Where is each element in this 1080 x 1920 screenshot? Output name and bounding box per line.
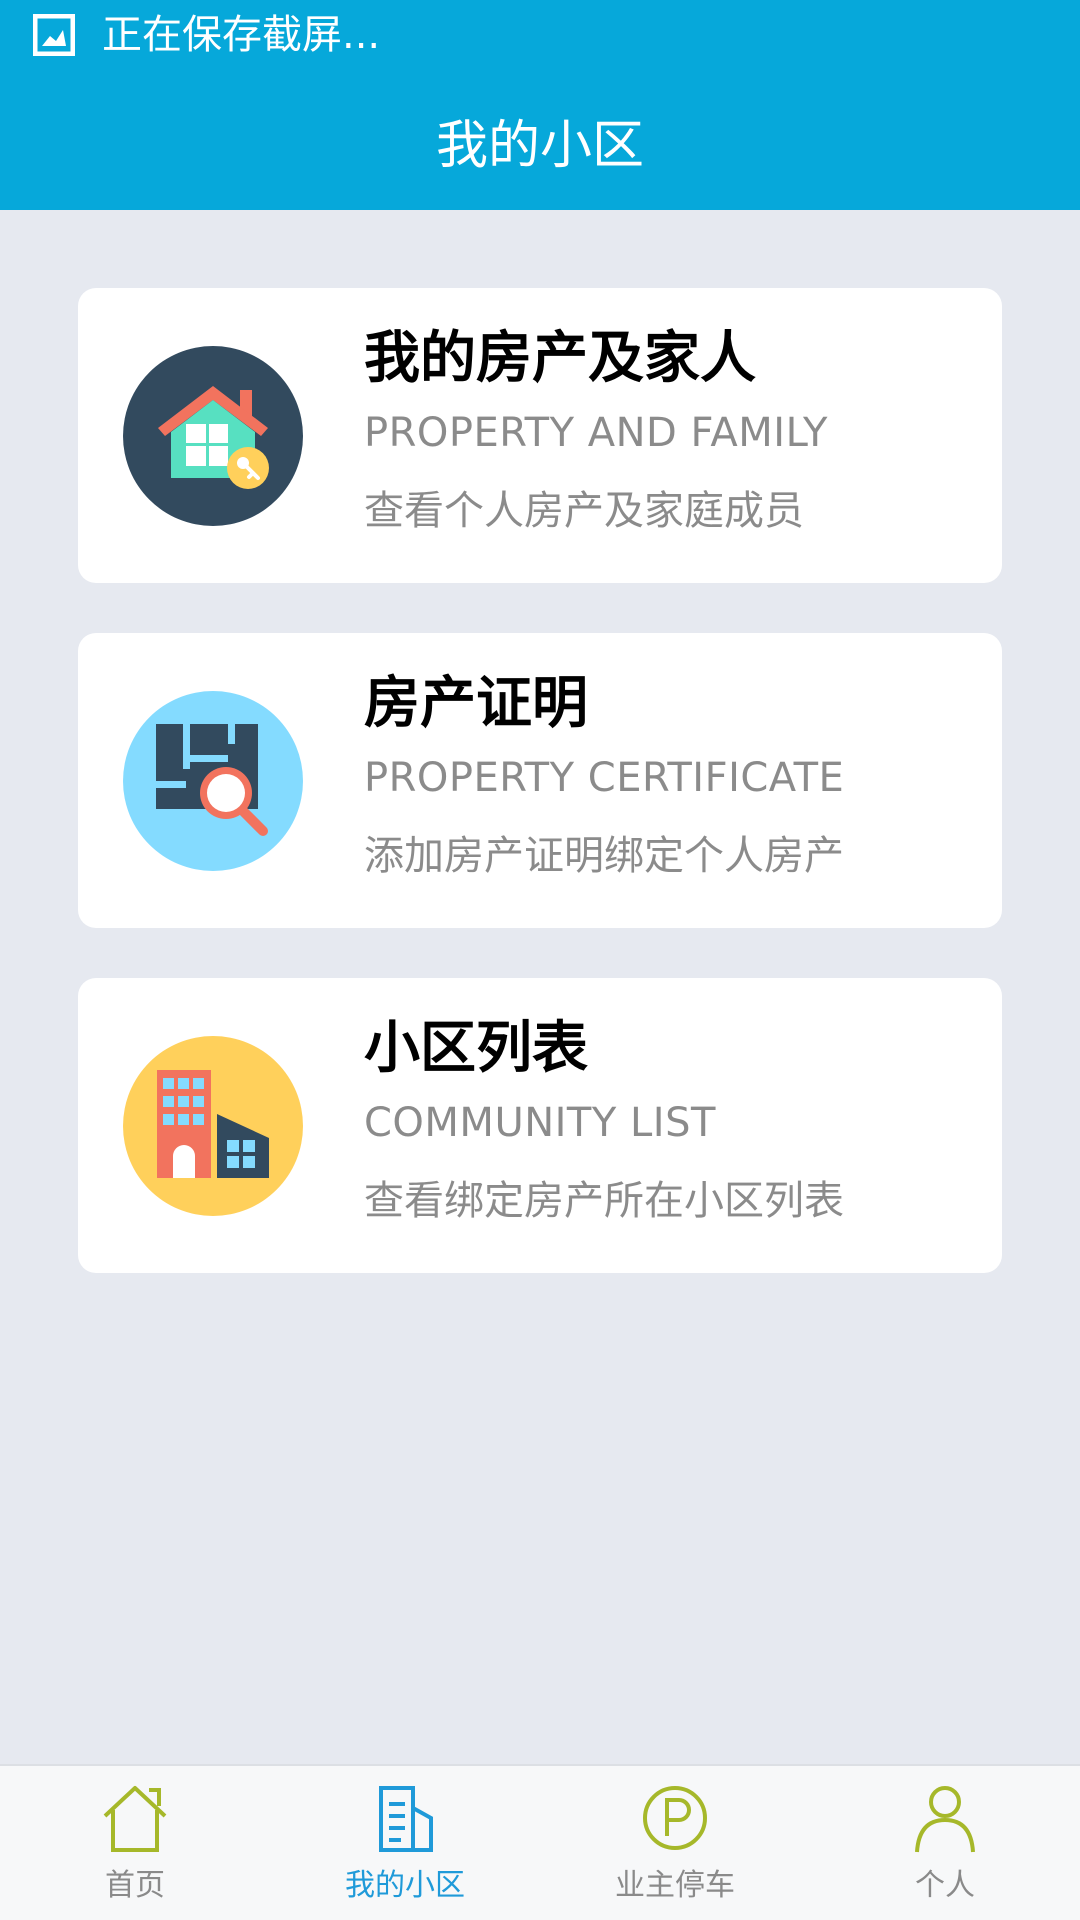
card-community-list[interactable]: 小区列表 COMMUNITY LIST 查看绑定房产所在小区列表 <box>78 978 1002 1273</box>
card-subtitle: PROPERTY CERTIFICATE <box>364 755 845 801</box>
card-subtitle: COMMUNITY LIST <box>364 1100 716 1146</box>
person-icon <box>915 1786 975 1853</box>
bottom-nav: 首页 我的小区 业主停车 个人 <box>0 1764 1080 1920</box>
parking-icon <box>643 1786 707 1850</box>
nav-label: 个人 <box>915 1868 975 1903</box>
screenshot-icon <box>33 14 75 56</box>
nav-label: 业主停车 <box>615 1868 735 1903</box>
card-property-certificate[interactable]: 房产证明 PROPERTY CERTIFICATE 添加房产证明绑定个人房产 <box>78 633 1002 928</box>
card-title: 房产证明 <box>364 671 588 736</box>
document-building-icon <box>379 1786 433 1852</box>
buildings-icon <box>123 1036 303 1216</box>
card-title: 我的房产及家人 <box>364 326 756 391</box>
app-screen: 正在保存截屏... 我的小区 我的房产及家人 PROPERTY AND FAMI… <box>0 0 1080 1920</box>
nav-item-home[interactable]: 首页 <box>0 1766 270 1920</box>
header: 正在保存截屏... 我的小区 <box>0 0 1080 210</box>
status-notice: 正在保存截屏... <box>102 12 381 58</box>
home-icon <box>103 1786 167 1852</box>
nav-item-personal[interactable]: 个人 <box>810 1766 1080 1920</box>
card-description: 查看绑定房产所在小区列表 <box>364 1178 844 1224</box>
nav-item-owner-parking[interactable]: 业主停车 <box>540 1766 810 1920</box>
house-key-icon <box>123 346 303 526</box>
card-subtitle: PROPERTY AND FAMILY <box>364 410 828 456</box>
card-description: 查看个人房产及家庭成员 <box>364 488 804 534</box>
card-title: 小区列表 <box>364 1016 588 1081</box>
card-description: 添加房产证明绑定个人房产 <box>364 833 844 879</box>
status-bar: 正在保存截屏... <box>0 0 1080 70</box>
nav-item-my-community[interactable]: 我的小区 <box>270 1766 540 1920</box>
nav-label: 我的小区 <box>345 1868 465 1903</box>
card-property-family[interactable]: 我的房产及家人 PROPERTY AND FAMILY 查看个人房产及家庭成员 <box>78 288 1002 583</box>
page-title: 我的小区 <box>435 116 644 176</box>
nav-label: 首页 <box>105 1868 165 1903</box>
floorplan-search-icon <box>123 691 303 871</box>
